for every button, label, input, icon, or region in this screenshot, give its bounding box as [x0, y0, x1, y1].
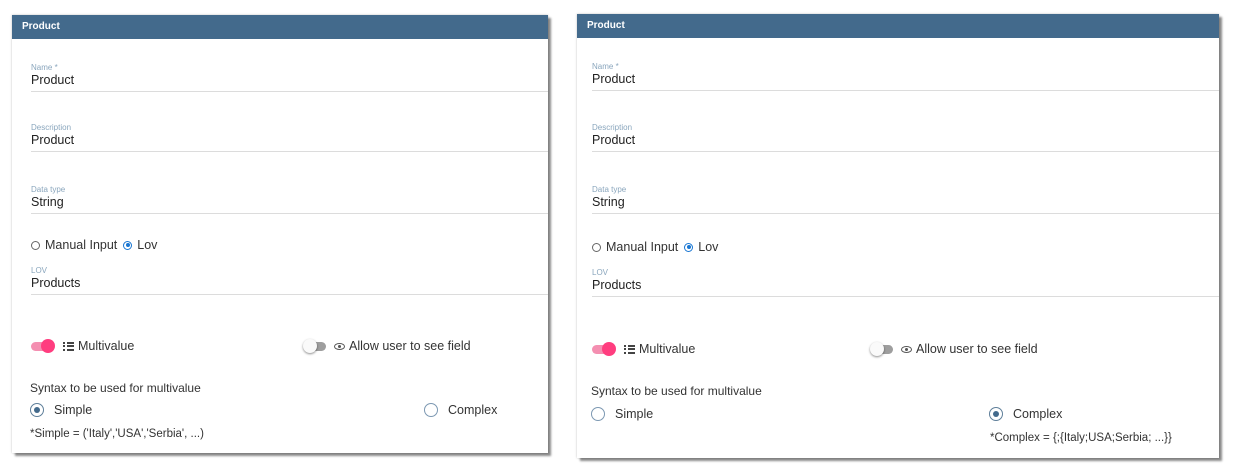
syntax-hint: *Simple = ('Italy','USA','Serbia', ...) [30, 428, 204, 440]
data-type-label: Data type [31, 185, 66, 194]
allow-user-toggle[interactable] [870, 342, 895, 356]
data-type-value[interactable]: String [592, 195, 1219, 210]
complex-label: Complex [1013, 407, 1063, 421]
description-label: Description [592, 123, 633, 132]
name-label: Name * [592, 62, 619, 71]
simple-radio[interactable] [30, 403, 44, 417]
simple-option[interactable]: Simple [30, 403, 92, 417]
description-field[interactable]: Description Product [592, 123, 1219, 152]
multivalue-label: Multivalue [639, 342, 696, 356]
eye-icon [334, 342, 345, 350]
name-value[interactable]: Product [592, 72, 1219, 87]
syntax-hint: *Complex = {;{Italy;USA;Serbia; ...}} [990, 432, 1172, 444]
lov-radio-label: Lov [698, 240, 719, 254]
complex-radio[interactable] [424, 403, 438, 417]
description-label: Description [31, 123, 72, 132]
multivalue-option: Multivalue [31, 339, 134, 353]
lov-field[interactable]: LOV Products [592, 268, 1219, 297]
allow-user-option: Allow user to see field [870, 342, 1038, 356]
complex-option[interactable]: Complex [424, 403, 497, 417]
panel-header: Product [12, 15, 548, 39]
multivalue-toggle[interactable] [31, 339, 55, 353]
name-label: Name * [31, 63, 58, 72]
simple-option[interactable]: Simple [591, 407, 653, 421]
manual-input-label: Manual Input [45, 238, 118, 252]
simple-radio[interactable] [591, 407, 605, 421]
lov-radio[interactable] [123, 240, 133, 250]
description-field[interactable]: Description Product [31, 123, 548, 152]
allow-user-label: Allow user to see field [349, 339, 471, 353]
eye-icon [901, 345, 912, 353]
panel-header: Product [577, 14, 1219, 38]
description-value[interactable]: Product [592, 133, 1219, 148]
multivalue-label: Multivalue [78, 339, 135, 353]
lov-value[interactable]: Products [592, 278, 1219, 293]
allow-user-label: Allow user to see field [916, 342, 1038, 356]
name-field[interactable]: Name * Product [592, 62, 1219, 91]
lov-field[interactable]: LOV Products [31, 266, 548, 295]
description-value[interactable]: Product [31, 133, 548, 148]
complex-radio[interactable] [989, 407, 1003, 421]
lov-value[interactable]: Products [31, 276, 548, 291]
manual-input-radio[interactable] [592, 242, 601, 252]
product-panel-complex: Product Name * Product Description Produ… [577, 14, 1219, 458]
allow-user-toggle[interactable] [303, 339, 328, 353]
product-panel-simple: Product Name * Product Description Produ… [12, 15, 548, 453]
lov-radio[interactable] [684, 242, 694, 252]
data-type-field[interactable]: Data type String [592, 185, 1219, 214]
simple-label: Simple [54, 403, 93, 417]
lov-label: LOV [31, 266, 48, 275]
allow-user-option: Allow user to see field [303, 339, 471, 353]
manual-input-label: Manual Input [606, 240, 679, 254]
manual-input-radio[interactable] [31, 240, 40, 250]
input-mode-radio-group: Manual Input Lov [592, 240, 1219, 254]
name-value[interactable]: Product [31, 73, 548, 88]
lov-label: LOV [592, 268, 609, 277]
complex-option[interactable]: Complex [989, 407, 1062, 421]
data-type-field[interactable]: Data type String [31, 185, 548, 214]
data-type-label: Data type [592, 185, 627, 194]
name-field[interactable]: Name * Product [31, 63, 548, 92]
multivalue-toggle[interactable] [592, 342, 616, 356]
list-icon [63, 341, 74, 351]
list-icon [624, 344, 635, 354]
lov-radio-label: Lov [137, 238, 158, 252]
input-mode-radio-group: Manual Input Lov [31, 238, 548, 252]
complex-label: Complex [448, 403, 498, 417]
syntax-title: Syntax to be used for multivalue [591, 384, 762, 398]
syntax-title: Syntax to be used for multivalue [30, 381, 201, 395]
multivalue-option: Multivalue [592, 342, 695, 356]
data-type-value[interactable]: String [31, 195, 548, 210]
simple-label: Simple [615, 407, 654, 421]
